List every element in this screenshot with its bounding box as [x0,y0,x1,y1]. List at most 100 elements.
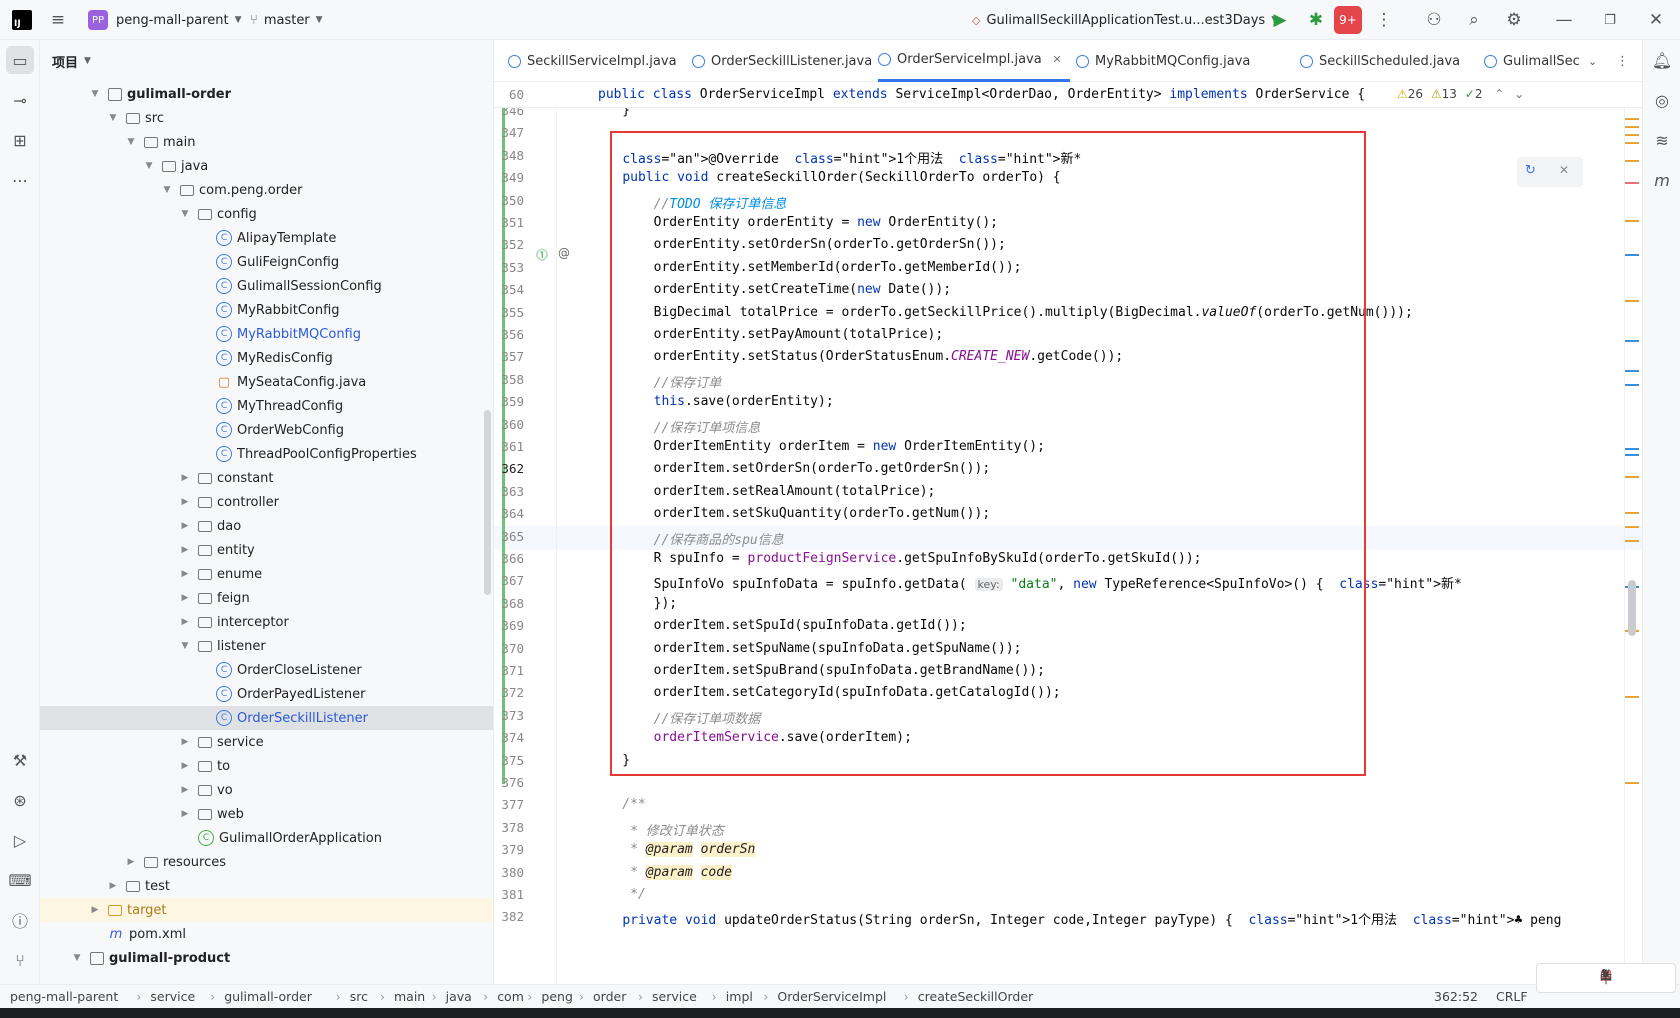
code-line[interactable]: * @param orderSn [591,842,756,858]
terminal-icon[interactable]: ⌨ [6,866,34,894]
tree-item[interactable]: ▶ interceptor [40,610,493,634]
inspection-widget[interactable]: ⚠26 ⚠13 ✓2 ⌃ ⌄ [1397,87,1524,101]
minimize-icon[interactable]: — [1550,6,1578,34]
tree-item[interactable]: C GuliFeignConfig [40,250,493,274]
collapse-chevron-icon[interactable]: ▶ [88,905,102,915]
tree-item[interactable]: C AlipayTemplate [40,226,493,250]
collapse-chevron-icon[interactable]: ▶ [178,593,192,603]
breadcrumb-item[interactable]: com [497,989,524,1004]
tree-item[interactable]: ▼ main [40,130,493,154]
settings-gear-icon[interactable]: ⚙ [1500,6,1528,34]
tree-item[interactable]: ▶ feign [40,586,493,610]
tree-item[interactable]: ▶ web [40,802,493,826]
tab-seckill-scheduled[interactable]: SeckillScheduled.java [1300,40,1460,82]
caret-position[interactable]: 362:52 [1434,989,1478,1004]
problems-icon[interactable]: ⓘ [6,906,34,934]
expand-chevron-icon[interactable]: ▼ [106,113,120,123]
collapse-chevron-icon[interactable]: ▶ [178,617,192,627]
breadcrumb-item[interactable]: main [394,989,425,1004]
tree-item[interactable]: C OrderWebConfig [40,418,493,442]
close-tab-icon[interactable]: ✕ [1053,53,1062,66]
tree-item[interactable]: ▼ gulimall-order [40,82,493,106]
tree-item[interactable]: ▼ com.peng.order [40,178,493,202]
notifications-button[interactable]: 9+ [1334,6,1362,34]
line-separator[interactable]: CRLF [1496,989,1528,1004]
next-highlight-icon[interactable]: ⌄ [1514,87,1524,101]
project-panel-header[interactable]: 项目 ▼ [40,40,493,82]
more-tools-icon[interactable]: ⋯ [6,166,34,194]
tree-item[interactable]: ▼ listener [40,634,493,658]
main-menu-icon[interactable]: ≡ [44,6,72,34]
tree-item[interactable]: ▶ controller [40,490,493,514]
git-icon[interactable]: ⑂ [6,946,34,974]
tab-order-service-impl[interactable]: OrderServiceImpl.java ✕ [878,40,1070,82]
sticky-class-header[interactable]: 60 public class OrderServiceImpl extends… [494,82,1642,108]
tab-list-chevron-icon[interactable]: ⌄ [1588,40,1597,82]
tab-order-seckill-listener[interactable]: OrderSeckillListener.java [692,40,872,82]
collapse-chevron-icon[interactable]: ▶ [178,785,192,795]
debug-icon[interactable]: ✱ [1302,6,1330,34]
stripe-mark[interactable] [1625,476,1639,478]
breadcrumb-item[interactable]: java [446,989,472,1004]
tree-item[interactable]: ▢ MySeataConfig.java [40,370,493,394]
prev-highlight-icon[interactable]: ⌃ [1494,87,1504,101]
collapse-chevron-icon[interactable]: ▶ [124,857,138,867]
expand-chevron-icon[interactable]: ▼ [160,185,174,195]
tree-item[interactable]: ▼ config [40,202,493,226]
breadcrumb-item[interactable]: OrderServiceImpl [777,989,886,1004]
tab-my-rabbitmq-config[interactable]: MyRabbitMQConfig.java [1076,40,1250,82]
collapse-chevron-icon[interactable]: ▶ [178,473,192,483]
code-line[interactable]: * @param code [591,864,732,880]
at-annotation-gutter-icon[interactable]: @ [558,246,570,260]
expand-chevron-icon[interactable]: ▼ [178,209,192,219]
tree-item[interactable]: ▶ target [40,898,493,922]
code-line[interactable]: /** [591,797,646,812]
breadcrumb-item[interactable]: src [350,989,368,1004]
tree-item[interactable]: C OrderSeckillListener [40,706,493,730]
stripe-mark[interactable] [1625,160,1639,162]
breadcrumb-item[interactable]: gulimall-order [224,989,312,1004]
stripe-mark[interactable] [1625,526,1639,528]
code-line[interactable]: private void updateOrderStatus(String or… [591,909,1561,928]
tree-item[interactable]: m pom.xml [40,922,493,946]
tree-item[interactable]: C ThreadPoolConfigProperties [40,442,493,466]
tree-item[interactable]: ▼ gulimall-product [40,946,493,970]
tree-item[interactable]: ▼ src [40,106,493,130]
breadcrumb-item[interactable]: peng-mall-parent [10,989,118,1004]
tree-item[interactable]: ▶ test [40,874,493,898]
stripe-mark[interactable] [1625,370,1639,372]
tree-item[interactable]: C GulimallOrderApplication [40,826,493,850]
tree-item[interactable]: ▶ entity [40,538,493,562]
more-actions-icon[interactable]: ⋮ [1370,6,1398,34]
build-hammer-icon[interactable]: ⚒ [6,746,34,774]
tree-item[interactable]: ▶ service [40,730,493,754]
tab-gulimall-sec[interactable]: GulimallSec [1484,40,1580,82]
expand-chevron-icon[interactable]: ▼ [70,953,84,963]
ime-toolbar[interactable]: ▦ 中 ☾ °, ♜ [1536,963,1676,993]
breadcrumb-item[interactable]: service [150,989,195,1004]
tree-item[interactable]: C MyRabbitMQConfig [40,322,493,346]
project-tool-icon[interactable]: ▭ [6,46,34,74]
services-icon[interactable]: ⊛ [6,786,34,814]
tree-item[interactable]: C OrderCloseListener [40,658,493,682]
restore-icon[interactable]: ❐ [1596,6,1624,34]
stripe-mark[interactable] [1625,696,1639,698]
maven-icon[interactable]: m [1648,166,1676,194]
tree-item[interactable]: ▶ constant [40,466,493,490]
stripe-mark[interactable] [1625,134,1639,136]
implements-gutter-icon[interactable]: ⓵ [536,246,548,263]
breadcrumb-item[interactable]: createSeckillOrder [918,989,1033,1004]
breadcrumb-item[interactable]: service [652,989,697,1004]
stripe-mark[interactable] [1625,220,1639,222]
add-user-icon[interactable]: ⚇ [1420,6,1448,34]
expand-chevron-icon[interactable]: ▼ [178,641,192,651]
editor-scrollbar[interactable] [1628,580,1636,636]
run-icon[interactable]: ▶ [1266,6,1294,34]
stripe-mark[interactable] [1625,384,1639,386]
stripe-mark[interactable] [1625,300,1639,302]
collapse-chevron-icon[interactable]: ▶ [178,761,192,771]
tree-item[interactable]: ▶ enume [40,562,493,586]
stripe-mark[interactable] [1625,512,1639,514]
stripe-mark[interactable] [1625,142,1639,144]
collapse-chevron-icon[interactable]: ▶ [178,569,192,579]
